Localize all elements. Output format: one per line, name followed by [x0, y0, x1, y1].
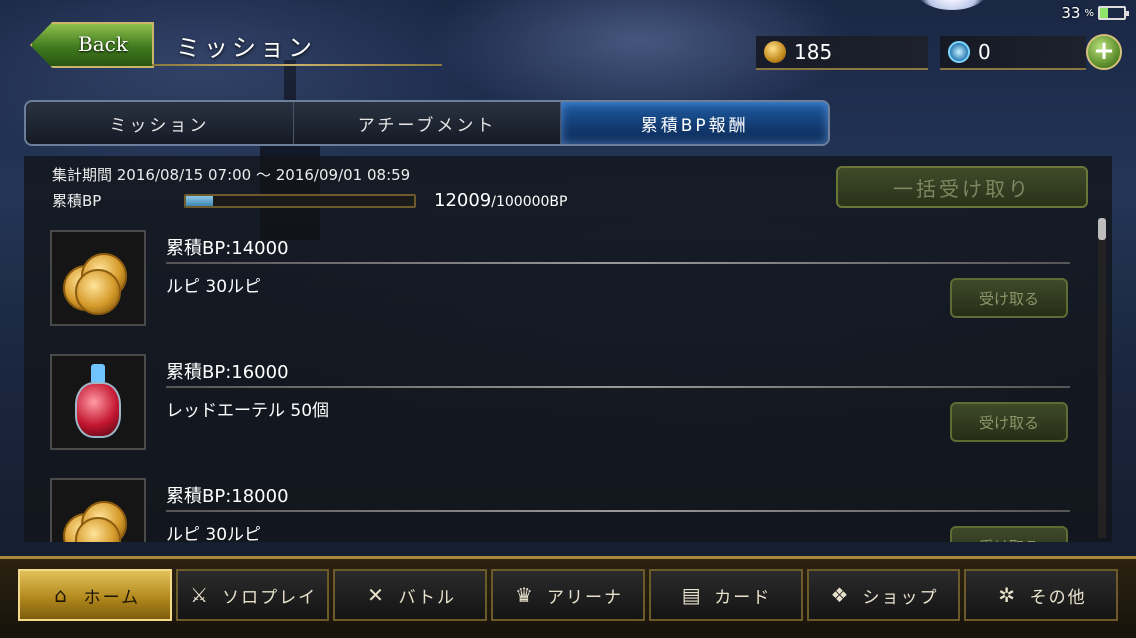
reward-description: ルピ 30ルピ	[166, 525, 262, 542]
coins-icon	[50, 230, 146, 326]
rupy-coin-icon	[764, 41, 786, 63]
other-icon: ✲	[998, 583, 1018, 607]
reward-list[interactable]: 累積BP:14000 ルピ 30ルピ 受け取る 累積BP:16000 レッドエー…	[24, 218, 1112, 542]
potion-icon	[50, 354, 146, 450]
list-item: 累積BP:16000 レッドエーテル 50個 受け取る	[24, 342, 1094, 466]
shop-icon: ❖	[830, 583, 851, 607]
reward-description: ルピ 30ルピ	[166, 277, 262, 297]
bp-progress-bar	[184, 194, 416, 208]
nav-cards[interactable]: ▤ カード	[648, 569, 803, 621]
list-item: 累積BP:18000 ルピ 30ルピ 受け取る	[24, 466, 1094, 542]
reward-description: レッドエーテル 50個	[166, 401, 330, 421]
claim-button[interactable]: 受け取る	[950, 526, 1068, 542]
page-title: ミッション	[176, 34, 316, 62]
list-item: 累積BP:14000 ルピ 30ルピ 受け取る	[24, 218, 1094, 342]
tab-mission[interactable]: ミッション	[26, 102, 294, 144]
coins-icon	[50, 478, 146, 542]
nav-home[interactable]: ⌂ ホーム	[18, 569, 172, 621]
bp-current: 12009	[434, 190, 492, 211]
sword-shield-icon: ⚔	[190, 583, 211, 607]
nav-solo-play[interactable]: ⚔ ソロプレイ	[175, 569, 330, 621]
moon-decoration	[912, 0, 992, 10]
back-label: Back	[78, 32, 128, 56]
arena-emblem-icon: ♛	[515, 583, 535, 607]
nav-label: その他	[1029, 587, 1087, 608]
claim-button[interactable]: 受け取る	[950, 278, 1068, 318]
battery-unit: %	[1084, 7, 1094, 19]
tab-bp-reward[interactable]: 累積BP報酬	[561, 102, 828, 144]
gold-amount: 185	[794, 40, 833, 64]
crystal-amount: 0	[978, 40, 991, 64]
crystal-counter: 0	[940, 36, 1086, 70]
cards-icon: ▤	[681, 583, 703, 607]
nav-shop[interactable]: ❖ ショップ	[806, 569, 961, 621]
crystal-icon	[948, 41, 970, 63]
tab-achievement[interactable]: アチーブメント	[294, 102, 562, 144]
divider	[166, 262, 1070, 264]
bottom-nav: ⌂ ホーム ⚔ ソロプレイ ✕ バトル ♛ アリーナ ▤ カード ❖ ショップ ✲ その他	[0, 556, 1136, 638]
gold-counter: 185	[756, 36, 928, 70]
nav-arena[interactable]: ♛ アリーナ	[491, 569, 645, 621]
back-button[interactable]: Back	[30, 22, 154, 68]
nav-label: バトル	[398, 587, 457, 608]
bulk-claim-button[interactable]: 一括受け取り	[836, 166, 1088, 208]
title-underline	[152, 64, 442, 66]
nav-label: カード	[714, 587, 772, 608]
reward-title: 累積BP:16000	[166, 362, 289, 383]
bp-reward-panel: 集計期間 2016/08/15 07:00 〜 2016/09/01 08:59…	[24, 156, 1112, 542]
nav-other[interactable]: ✲ その他	[964, 569, 1119, 621]
bp-progress-text: 12009/100000BP	[434, 190, 567, 211]
scrollbar[interactable]	[1098, 218, 1106, 538]
nav-label: ショップ	[862, 587, 939, 608]
divider	[166, 386, 1070, 388]
reward-title: 累積BP:14000	[166, 238, 289, 259]
divider	[166, 510, 1070, 512]
nav-label: アリーナ	[547, 587, 624, 608]
battery-percent: 33	[1061, 4, 1081, 22]
period-text: 集計期間 2016/08/15 07:00 〜 2016/09/01 08:59	[52, 166, 411, 184]
battery-indicator: 33%	[1061, 4, 1129, 22]
nav-label: ホーム	[83, 587, 141, 608]
reward-title: 累積BP:18000	[166, 486, 289, 507]
nav-label: ソロプレイ	[222, 587, 318, 608]
scrollbar-thumb[interactable]	[1098, 218, 1106, 240]
crossed-swords-icon: ✕	[367, 583, 386, 607]
mission-tabs: ミッション アチーブメント 累積BP報酬	[24, 100, 830, 146]
add-crystal-button[interactable]: +	[1086, 34, 1122, 70]
bp-total: /100000BP	[491, 194, 568, 210]
claim-button[interactable]: 受け取る	[950, 402, 1068, 442]
battery-icon	[1098, 6, 1129, 20]
bp-label: 累積BP	[52, 192, 102, 210]
home-icon: ⌂	[54, 583, 69, 607]
nav-battle[interactable]: ✕ バトル	[333, 569, 488, 621]
